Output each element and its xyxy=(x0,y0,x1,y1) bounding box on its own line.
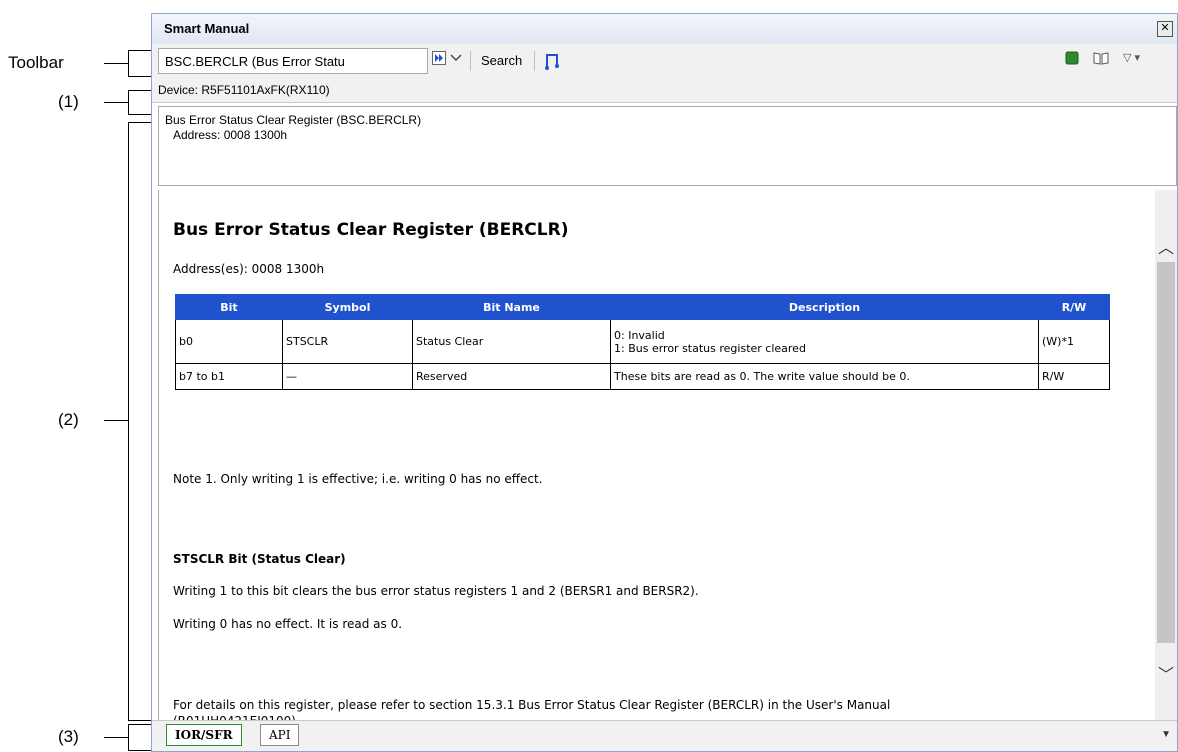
header-symbol: Symbol xyxy=(282,294,413,320)
table-row: b0 STSCLR Status Clear 0: Invalid 1: Bus… xyxy=(175,319,1110,364)
device-label: Device: R5F51101AxFK(RX110) xyxy=(158,83,330,97)
cell-description: 0: Invalid 1: Bus error status register … xyxy=(610,319,1039,364)
device-bar: Device: R5F51101AxFK(RX110) xyxy=(152,78,1177,103)
smart-manual-panel: Smart Manual ✕ BSC.BERCLR (Bus Error Sta… xyxy=(151,13,1178,752)
table-row: b7 to b1 — Reserved These bits are read … xyxy=(175,363,1110,390)
scroll-down-icon[interactable]: ﹀ xyxy=(1158,661,1174,685)
summary-box: Bus Error Status Clear Register (BSC.BER… xyxy=(158,106,1177,186)
register-heading: Bus Error Status Clear Register (BERCLR) xyxy=(173,220,569,240)
bracket-3-bottom xyxy=(128,750,152,751)
bracket-2-top xyxy=(128,122,152,123)
note-text: Note 1. Only writing 1 is effective; i.e… xyxy=(173,472,543,486)
toolbar: BSC.BERCLR (Bus Error Statu Search ▽ ▾ xyxy=(152,44,1177,79)
leader-line-2 xyxy=(104,420,128,421)
footer-text-1: For details on this register, please ref… xyxy=(173,698,891,712)
title-bar: Smart Manual ✕ xyxy=(152,14,1177,45)
bracket-toolbar-bottom xyxy=(128,76,152,77)
cell-bit-name: Reserved xyxy=(412,363,611,390)
cell-symbol: — xyxy=(282,363,413,390)
search-button[interactable]: Search xyxy=(476,50,527,78)
header-description: Description xyxy=(610,294,1039,320)
header-rw: R/W xyxy=(1038,294,1110,320)
summary-line-2: Address: 0008 1300h xyxy=(173,128,288,142)
bracket-2 xyxy=(128,122,129,720)
callout-3: (3) xyxy=(58,727,79,746)
bracket-toolbar xyxy=(128,50,129,76)
register-address: Address(es): 0008 1300h xyxy=(173,262,325,276)
window-title: Smart Manual xyxy=(164,21,250,36)
register-combo-value: BSC.BERCLR (Bus Error Statu xyxy=(165,54,345,69)
close-icon[interactable]: ✕ xyxy=(1157,21,1173,37)
dropdown-icon[interactable] xyxy=(449,50,467,74)
register-combo[interactable]: BSC.BERCLR (Bus Error Statu xyxy=(158,48,428,74)
cell-bit: b0 xyxy=(175,319,283,364)
register-table: Bit Symbol Bit Name Description R/W b0 S… xyxy=(175,294,1110,390)
cell-symbol: STSCLR xyxy=(282,319,413,364)
description-line: 0: Invalid xyxy=(614,328,665,342)
bracket-1-bottom xyxy=(128,114,152,115)
table-header-row: Bit Symbol Bit Name Description R/W xyxy=(175,294,1110,320)
summary-line-1: Bus Error Status Clear Register (BSC.BER… xyxy=(165,113,422,127)
bracket-1 xyxy=(128,90,129,114)
leader-line-3 xyxy=(104,737,128,738)
scroll-thumb[interactable] xyxy=(1157,262,1175,643)
leader-line-toolbar xyxy=(104,63,128,64)
cell-bit: b7 to b1 xyxy=(175,363,283,390)
search-label: Search xyxy=(481,53,523,68)
manual-content: Bus Error Status Clear Register (BERCLR)… xyxy=(158,190,1177,728)
paragraph-2: Writing 0 has no effect. It is read as 0… xyxy=(173,617,403,631)
bracket-3-top xyxy=(128,724,152,725)
leader-line-1 xyxy=(104,102,128,103)
tab-strip: IOR/SFR API ▼ xyxy=(152,720,1177,751)
vertical-scrollbar[interactable]: ︿ ﹀ xyxy=(1155,190,1177,721)
tab-menu-icon[interactable]: ▼ xyxy=(1161,729,1171,740)
scroll-up-icon[interactable]: ︿ xyxy=(1158,234,1174,258)
cell-rw: (W)*1 xyxy=(1038,319,1110,364)
bracket-2-bottom xyxy=(128,720,152,721)
book-icon[interactable] xyxy=(1092,50,1112,74)
callout-1: (1) xyxy=(58,92,79,111)
bracket-1-top xyxy=(128,90,152,91)
bracket-3 xyxy=(128,724,129,751)
cell-bit-name: Status Clear xyxy=(412,319,611,364)
options-icon[interactable]: ▽ ▾ xyxy=(1122,50,1164,74)
chip-icon[interactable] xyxy=(1064,50,1082,74)
toolbar-separator xyxy=(534,51,535,71)
callout-2: (2) xyxy=(58,410,79,429)
cell-description: These bits are read as 0. The write valu… xyxy=(610,363,1039,390)
tab-ior-sfr[interactable]: IOR/SFR xyxy=(166,724,242,746)
callout-toolbar: Toolbar xyxy=(8,53,64,72)
paragraph-1: Writing 1 to this bit clears the bus err… xyxy=(173,584,699,598)
bracket-toolbar-top xyxy=(128,50,152,51)
description-line: 1: Bus error status register cleared xyxy=(614,341,806,355)
link-icon[interactable] xyxy=(542,50,564,74)
toolbar-separator xyxy=(470,51,471,71)
jump-icon[interactable] xyxy=(431,50,449,74)
tab-api[interactable]: API xyxy=(260,724,300,746)
cell-rw: R/W xyxy=(1038,363,1110,390)
header-bit-name: Bit Name xyxy=(412,294,611,320)
header-bit: Bit xyxy=(175,294,283,320)
section-title: STSCLR Bit (Status Clear) xyxy=(173,552,346,566)
